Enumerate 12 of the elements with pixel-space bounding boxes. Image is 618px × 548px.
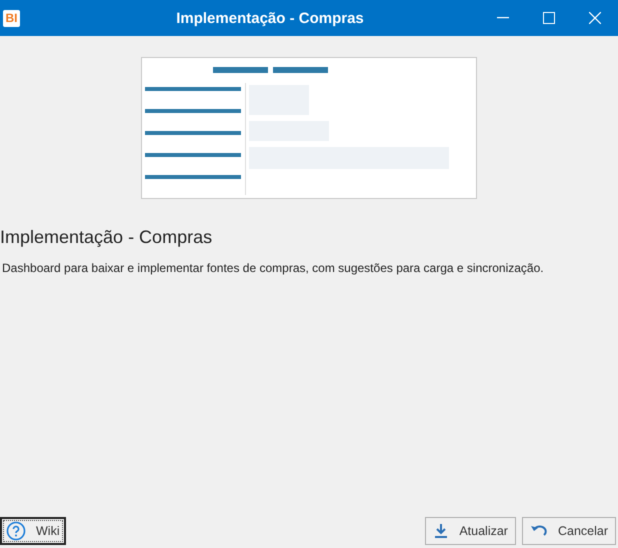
dashboard-description: Dashboard para baixar e implementar fontes de compras, com sugestões para carga e sincronização. [2,261,545,275]
cancel-button[interactable]: Cancelar [522,517,616,545]
maximize-icon[interactable] [543,12,555,24]
close-icon[interactable] [589,12,601,24]
wiki-button[interactable]: Wiki [0,517,66,545]
help-icon [6,521,26,541]
dashboard-title: Implementação - Compras [0,227,214,248]
update-button[interactable]: Atualizar [425,517,516,545]
app-logo: BI [3,10,20,26]
minimize-icon[interactable] [497,17,509,19]
download-icon [433,523,450,539]
window-title: Implementação - Compras [175,10,365,26]
